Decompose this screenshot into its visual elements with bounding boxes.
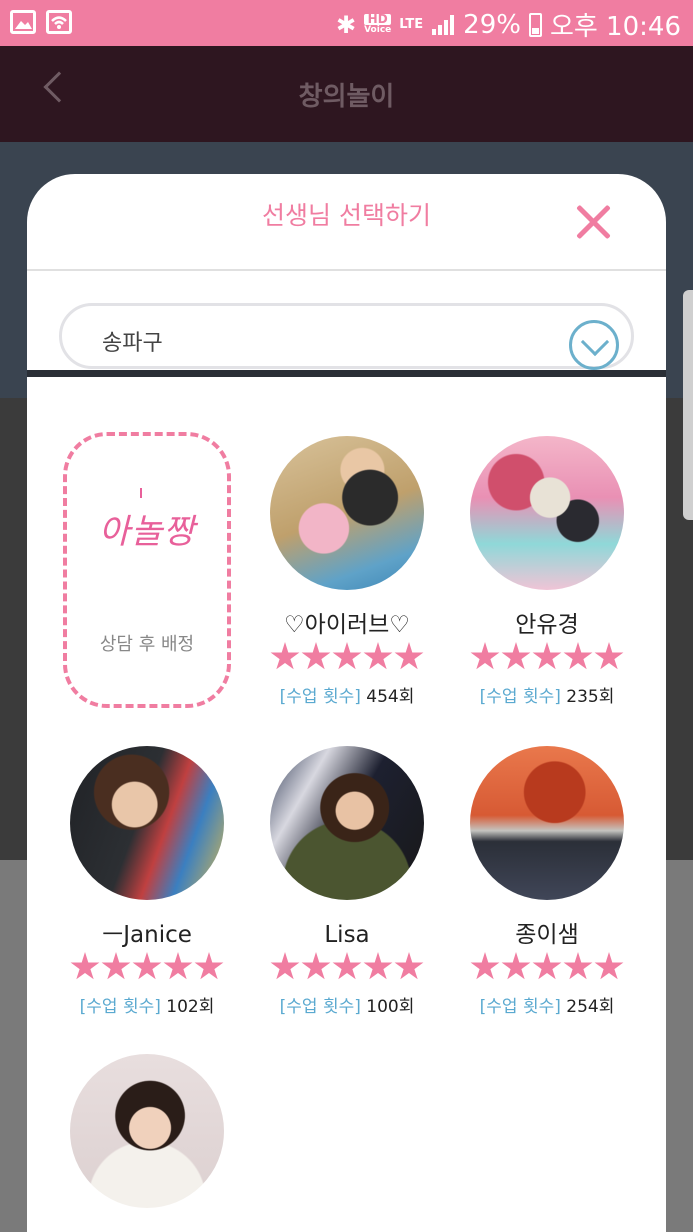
star-icon [394, 952, 424, 980]
teacher-name: ♡아이러브♡ [284, 612, 410, 638]
star-icon [532, 952, 562, 980]
wifi-icon [46, 10, 72, 34]
lte-icon: LTE [399, 17, 424, 32]
star-icon [301, 952, 331, 980]
region-select[interactable]: 송파구 [59, 303, 634, 370]
star-icon [594, 952, 624, 980]
bluetooth-icon: ✱ [335, 10, 357, 39]
star-icon [501, 952, 531, 980]
star-icon [332, 642, 362, 670]
star-icon [363, 642, 393, 670]
teacher-card[interactable]: Lisa [수업 횟수] 100회 [247, 746, 447, 1017]
star-icon [132, 952, 162, 980]
lesson-count: [수업 횟수] 100회 [279, 997, 415, 1017]
status-bar: ✱ HD Voice LTE 29% 오후 10:46 [0, 0, 693, 46]
signal-icon [432, 14, 455, 35]
close-icon[interactable] [573, 202, 613, 242]
avatar [470, 746, 624, 900]
star-icon [594, 642, 624, 670]
divider-strip [27, 370, 666, 377]
lesson-count: [수업 횟수] 254회 [479, 997, 615, 1017]
lesson-count: [수업 횟수] 235회 [479, 687, 615, 707]
star-icon [394, 642, 424, 670]
star-icon [163, 952, 193, 980]
teacher-select-modal: 선생님 선택하기 송파구 아놀짱 상담 후 배정 ♡아이러브♡ [수업 횟수] … [27, 174, 666, 1232]
teacher-card[interactable]: 안유경 [수업 횟수] 235회 [447, 436, 647, 707]
modal-title: 선생님 선택하기 [262, 201, 431, 230]
teacher-name: 안유경 [515, 612, 579, 638]
star-icon [194, 952, 224, 980]
teacher-card[interactable]: ㅡJanice [수업 횟수] 102회 [47, 746, 247, 1017]
consult-assign-label: 상담 후 배정 [99, 634, 195, 655]
gallery-icon [10, 10, 36, 34]
lesson-count: [수업 횟수] 454회 [279, 687, 415, 707]
star-icon [501, 642, 531, 670]
star-icon [70, 952, 100, 980]
lesson-count: [수업 횟수] 102회 [79, 997, 215, 1017]
teacher-card[interactable] [47, 1054, 247, 1208]
region-select-value: 송파구 [102, 331, 163, 356]
rating-stars [247, 642, 447, 676]
divider [27, 269, 666, 271]
rating-stars [447, 952, 647, 986]
avatar [270, 436, 424, 590]
scroll-indicator[interactable] [683, 290, 693, 520]
battery-percent: 29% [463, 9, 521, 40]
star-icon [532, 642, 562, 670]
star-icon [563, 952, 593, 980]
hd-voice-icon: HD Voice [364, 11, 392, 35]
teacher-card[interactable]: 종이샘 [수업 횟수] 254회 [447, 746, 647, 1017]
star-icon [101, 952, 131, 980]
rating-stars [47, 952, 247, 986]
teacher-name: 종이샘 [515, 922, 579, 948]
star-icon [332, 952, 362, 980]
chevron-down-icon[interactable] [569, 320, 619, 370]
avatar [70, 746, 224, 900]
teacher-card[interactable]: ♡아이러브♡ [수업 횟수] 454회 [247, 436, 447, 707]
logo-accent [140, 488, 145, 498]
clock: 오후 10:46 [549, 12, 681, 42]
star-icon [270, 952, 300, 980]
rating-stars [447, 642, 647, 676]
rating-stars [247, 952, 447, 986]
star-icon [470, 952, 500, 980]
avatar [270, 746, 424, 900]
teacher-name: Lisa [324, 922, 370, 948]
avatar [470, 436, 624, 590]
anolzzang-logo: 아놀짱 [98, 512, 196, 552]
avatar [70, 1054, 224, 1208]
consult-assign-card[interactable]: 아놀짱 상담 후 배정 [63, 432, 231, 708]
app-title: 창의놀이 [298, 82, 395, 112]
app-bar: 창의놀이 [0, 46, 693, 142]
teacher-name: ㅡJanice [102, 922, 192, 948]
battery-icon [528, 12, 542, 37]
star-icon [270, 642, 300, 670]
star-icon [363, 952, 393, 980]
star-icon [563, 642, 593, 670]
star-icon [470, 642, 500, 670]
star-icon [301, 642, 331, 670]
